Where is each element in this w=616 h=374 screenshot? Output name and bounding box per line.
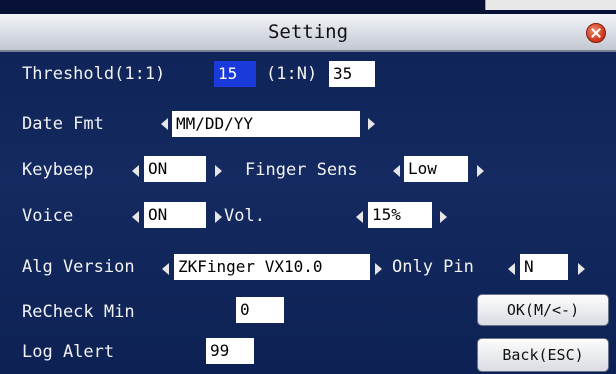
log-alert-field[interactable]: 99 <box>206 338 254 364</box>
window-title: Setting <box>267 21 349 43</box>
voice-select[interactable]: ON <box>144 202 206 228</box>
arrow-right-icon[interactable] <box>440 211 447 223</box>
vol-select[interactable]: 15% <box>368 202 432 228</box>
arrow-right-icon[interactable] <box>368 118 375 130</box>
back-button[interactable]: Back(ESC) <box>477 338 609 372</box>
threshold-1n-label: (1:N) <box>266 64 318 84</box>
arrow-left-icon[interactable] <box>393 165 400 177</box>
alg-version-select[interactable]: ZKFinger VX10.0 <box>174 254 370 280</box>
arrow-left-icon[interactable] <box>356 211 363 223</box>
arrow-left-icon[interactable] <box>132 211 139 223</box>
keybeep-label: Keybeep <box>22 160 94 180</box>
vol-label: Vol. <box>224 206 265 226</box>
arrow-right-icon[interactable] <box>215 165 222 177</box>
finger-sens-select[interactable]: Low <box>404 156 468 182</box>
alg-version-label: Alg Version <box>22 257 135 277</box>
recheck-min-label: ReCheck Min <box>22 302 135 322</box>
threshold-11-label: Threshold(1:1) <box>22 64 166 84</box>
close-icon[interactable] <box>586 23 606 43</box>
ok-button[interactable]: OK(M/<-) <box>477 294 609 326</box>
title-bar: Setting <box>0 14 616 52</box>
recheck-min-field[interactable]: 0 <box>236 297 284 323</box>
threshold-1n-field[interactable]: 35 <box>329 61 375 87</box>
arrow-left-icon[interactable] <box>161 118 168 130</box>
arrow-left-icon[interactable] <box>132 165 139 177</box>
arrow-right-icon[interactable] <box>215 211 222 223</box>
only-pin-label: Only Pin <box>392 257 474 277</box>
date-fmt-label: Date Fmt <box>22 114 104 134</box>
arrow-left-icon[interactable] <box>162 263 169 275</box>
threshold-11-field[interactable]: 15 <box>214 61 256 87</box>
arrow-right-icon[interactable] <box>578 263 585 275</box>
top-tab <box>485 0 616 10</box>
voice-label: Voice <box>22 206 74 226</box>
date-fmt-select[interactable]: MM/DD/YY <box>172 111 360 137</box>
finger-sens-label: Finger Sens <box>245 160 358 180</box>
keybeep-select[interactable]: ON <box>144 156 206 182</box>
arrow-right-icon[interactable] <box>477 165 484 177</box>
log-alert-label: Log Alert <box>22 342 115 362</box>
arrow-right-icon[interactable] <box>375 263 382 275</box>
arrow-left-icon[interactable] <box>508 263 515 275</box>
top-strip <box>0 0 616 14</box>
only-pin-select[interactable]: N <box>520 254 568 280</box>
